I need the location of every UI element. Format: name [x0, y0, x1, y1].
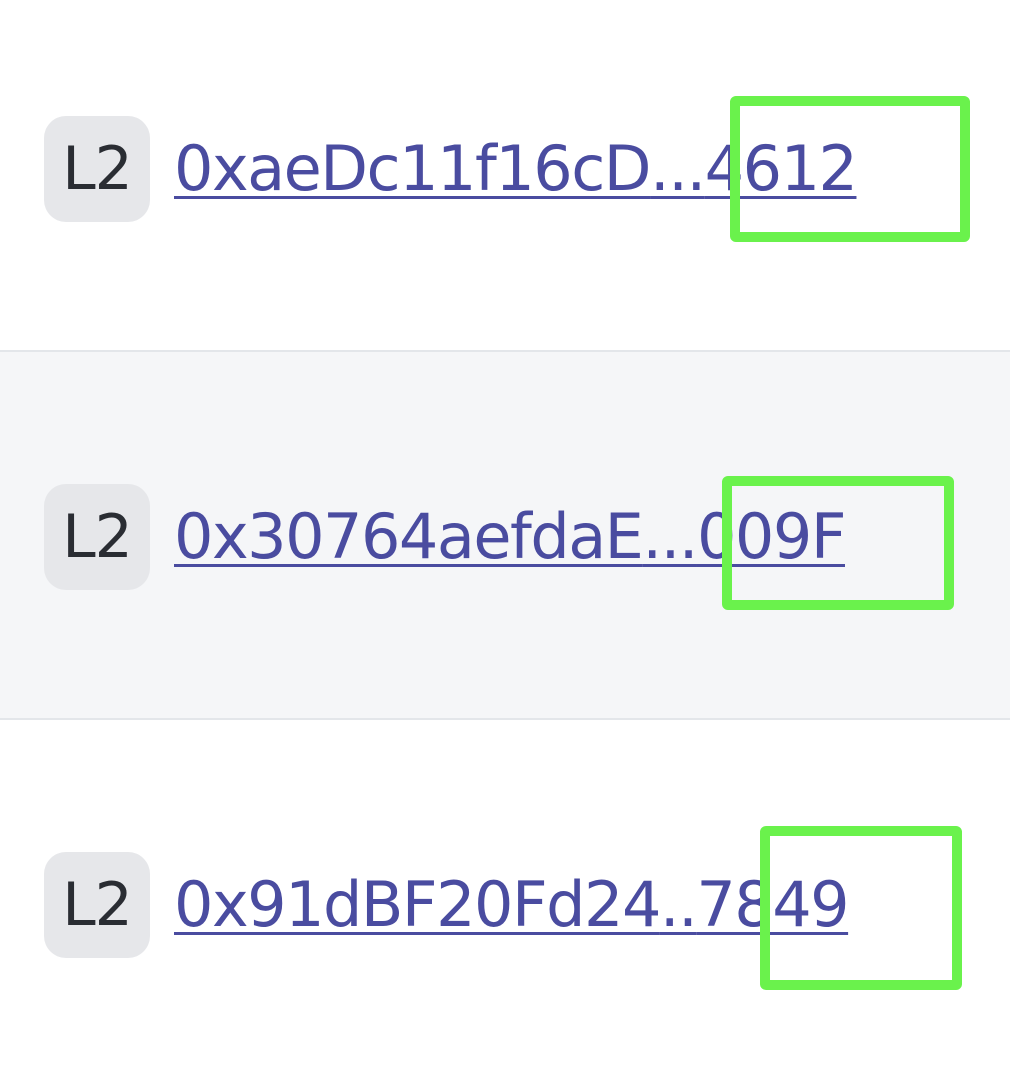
address-link[interactable]: 0x30764aefdaE...009F	[174, 484, 847, 590]
address-suffix: 4612	[704, 132, 858, 205]
layer-badge: L2	[44, 116, 150, 222]
address-list: L2 0xaeDc11f16cD...4612 L2 0x30764aefdaE…	[0, 0, 1010, 1084]
address-prefix: 0x91dBF20Fd24	[174, 868, 661, 941]
address-ellipsis: ..	[659, 868, 698, 941]
address-prefix: 0x30764aefdaE	[174, 500, 644, 573]
layer-badge: L2	[44, 484, 150, 590]
layer-badge: L2	[44, 852, 150, 958]
address-ellipsis: ...	[642, 500, 698, 573]
list-item: L2 0xaeDc11f16cD...4612	[0, 0, 1010, 352]
list-item: L2 0x30764aefdaE...009F	[0, 352, 1010, 720]
address-ellipsis: ...	[650, 132, 706, 205]
list-item: L2 0x91dBF20Fd24..7849	[0, 720, 1010, 1084]
address-suffix: 009F	[696, 500, 847, 573]
address-prefix: 0xaeDc11f16cD	[174, 132, 652, 205]
address-link[interactable]: 0xaeDc11f16cD...4612	[174, 116, 858, 222]
address-suffix: 7849	[696, 868, 849, 941]
address-link[interactable]: 0x91dBF20Fd24..7849	[174, 852, 850, 958]
